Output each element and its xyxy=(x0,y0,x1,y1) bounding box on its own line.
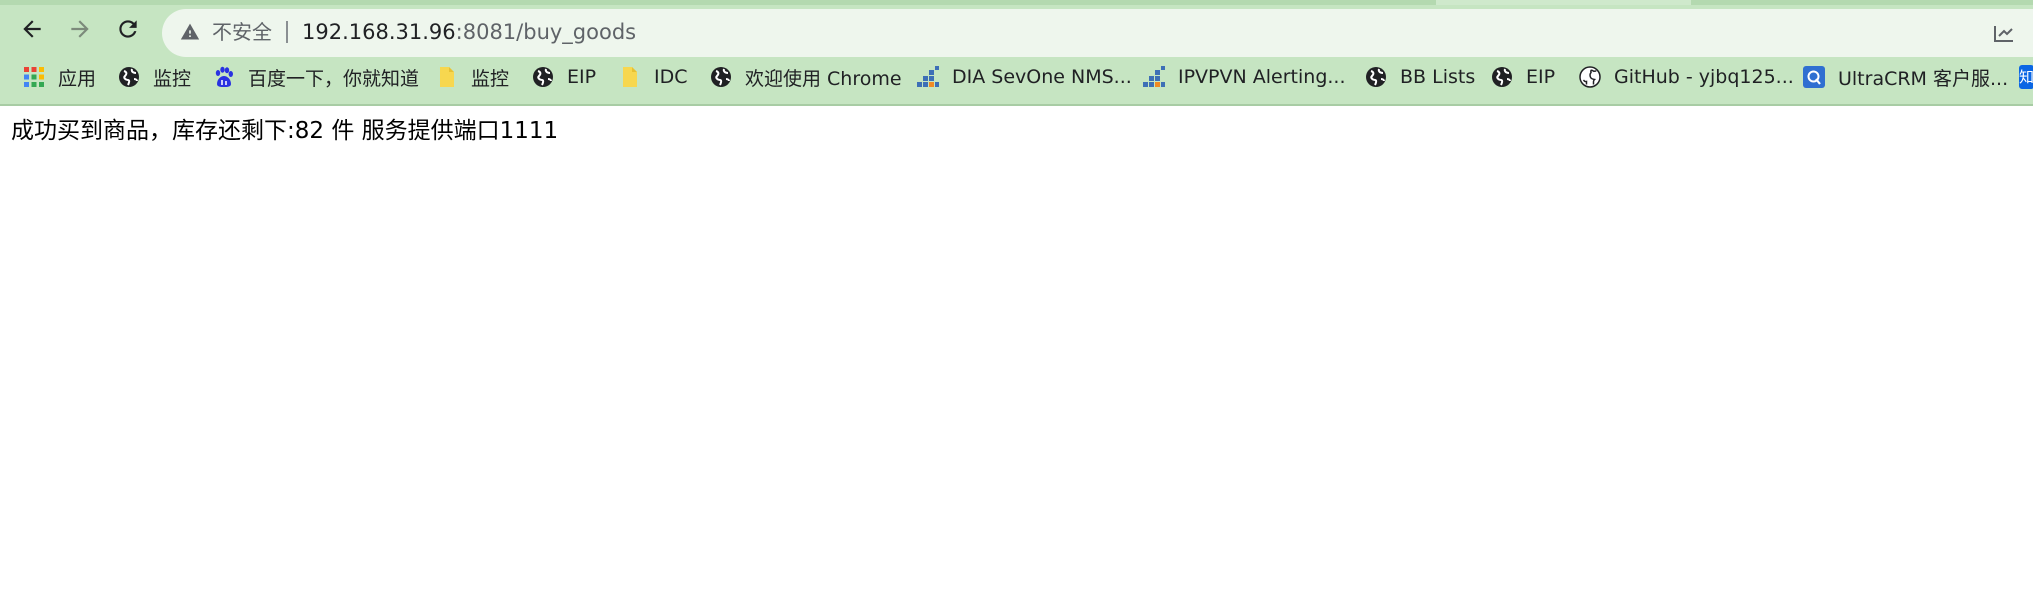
globe-icon xyxy=(1364,65,1388,89)
bar-chart-icon xyxy=(916,65,940,89)
bookmark-label: 百度一下，你就知道 xyxy=(248,67,420,90)
bookmark-label: DIA SevOne NMS... xyxy=(952,66,1132,88)
forward-button[interactable] xyxy=(60,9,100,49)
arrow-left-icon xyxy=(23,20,41,38)
bookmark-ipvpvn-alerting[interactable]: IPVPVN Alerting... xyxy=(1142,60,1346,94)
bookmark-github[interactable]: GitHub - yjbq125... xyxy=(1578,60,1794,94)
globe-icon xyxy=(1490,65,1514,89)
bookmark-label: 监控 xyxy=(153,67,192,90)
url-text[interactable]: 192.168.31.96:8081/buy_goods xyxy=(302,19,636,45)
reload-button[interactable] xyxy=(108,9,148,49)
bookmark-bb-lists[interactable]: BB Lists xyxy=(1364,60,1475,94)
bookmark-label: 监控 xyxy=(471,67,510,90)
bookmark-label: GitHub - yjbq125... xyxy=(1614,66,1794,88)
baidu-icon xyxy=(212,65,236,89)
bookmark-label: 应用 xyxy=(58,67,97,90)
globe-icon xyxy=(117,65,141,89)
github-icon xyxy=(1578,65,1602,89)
purchase-result-message: 成功买到商品，库存还剩下:82 件 服务提供端口1111 xyxy=(11,118,559,144)
bookmark-monitor-folder[interactable]: 监控 xyxy=(435,60,509,94)
bookmark-label: IDC xyxy=(654,66,688,88)
bookmark-label: EIP xyxy=(567,66,597,88)
bookmark-welcome-chrome[interactable]: 欢迎使用 Chrome xyxy=(709,60,902,94)
apps-grid-icon xyxy=(22,65,46,89)
arrow-right-icon xyxy=(71,20,89,38)
folder-icon xyxy=(435,65,459,89)
bookmarks-bar: 应用 监控 百度一下，你就知道 监控 EIP IDC 欢迎使用 Chrome D… xyxy=(0,60,2033,94)
url-path: :8081/buy_goods xyxy=(455,20,637,44)
folder-icon xyxy=(618,65,642,89)
reload-icon xyxy=(119,20,137,38)
bookmark-baidu[interactable]: 百度一下，你就知道 xyxy=(212,60,419,94)
bookmark-dia-sevone[interactable]: DIA SevOne NMS... xyxy=(916,60,1132,94)
bookmark-eip-2[interactable]: EIP xyxy=(1490,60,1555,94)
globe-icon xyxy=(531,65,555,89)
bookmark-idc-folder[interactable]: IDC xyxy=(618,60,688,94)
bookmark-zhihu[interactable]: 知 xyxy=(2019,60,2033,94)
bookmark-label: IPVPVN Alerting... xyxy=(1178,66,1346,88)
address-bar[interactable]: 不安全 192.168.31.96:8081/buy_goods xyxy=(162,9,2033,57)
bookmark-label: 欢迎使用 Chrome xyxy=(745,67,902,90)
warning-icon[interactable] xyxy=(180,22,200,42)
bookmark-label: BB Lists xyxy=(1400,66,1476,88)
ultracrm-icon xyxy=(1802,65,1826,89)
bookmark-ultracrm[interactable]: UltraCRM 客户服... xyxy=(1802,60,2008,94)
share-icon[interactable] xyxy=(1992,23,2016,43)
zhihu-glyph: 知 xyxy=(2019,65,2033,89)
bar-chart-icon xyxy=(1142,65,1166,89)
globe-icon xyxy=(709,65,733,89)
page-content: 成功买到商品，库存还剩下:82 件 服务提供端口1111 xyxy=(0,106,2033,615)
bookmark-eip[interactable]: EIP xyxy=(531,60,596,94)
url-host: 192.168.31.96 xyxy=(302,20,456,44)
bookmark-monitor[interactable]: 监控 xyxy=(117,60,191,94)
browser-toolbar: 不安全 192.168.31.96:8081/buy_goods xyxy=(0,5,2033,57)
bookmark-apps[interactable]: 应用 xyxy=(22,60,96,94)
browser-chrome: 不安全 192.168.31.96:8081/buy_goods 应用 监控 百… xyxy=(0,0,2033,104)
address-separator xyxy=(286,21,288,43)
bookmark-label: EIP xyxy=(1526,66,1556,88)
bookmark-label: UltraCRM 客户服... xyxy=(1838,67,2009,90)
zhihu-icon: 知 xyxy=(2019,65,2033,89)
back-button[interactable] xyxy=(12,9,52,49)
not-secure-label[interactable]: 不安全 xyxy=(212,19,272,45)
